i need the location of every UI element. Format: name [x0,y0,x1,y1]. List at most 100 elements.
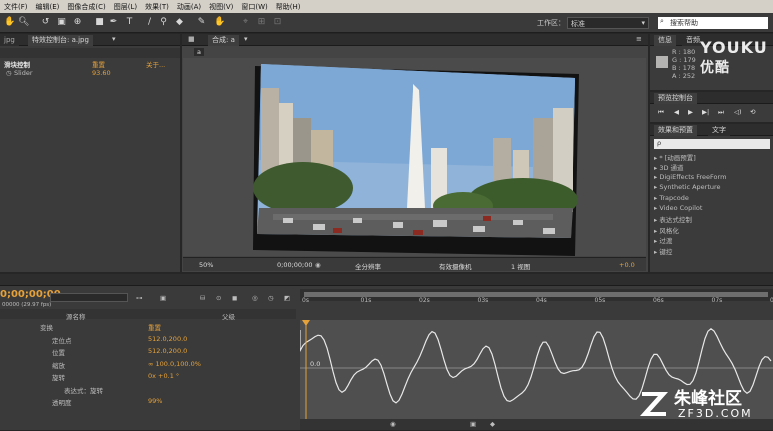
effect-row [0,48,180,58]
resolution-select[interactable]: 全分辨率 [355,261,381,271]
last-frame-icon[interactable]: ⏭ [718,108,724,117]
live-update-icon[interactable]: ▣ [160,294,166,302]
list-item[interactable]: ▸ 风格化 [654,225,770,235]
menu-edit[interactable]: 编辑(E) [32,2,64,12]
property-value[interactable]: 99% [148,397,162,405]
list-item[interactable]: ▸ 表达式控制 [654,214,770,224]
property-value[interactable]: 512.0,200.0 [148,347,187,355]
eye-icon[interactable]: ◉ [390,420,396,428]
property-row[interactable]: 变换 重置 [0,321,296,332]
snapshot-icon[interactable]: ◉ [315,261,321,269]
ruler-tick: 05s [594,297,606,304]
keyframe-icon[interactable]: ◆ [490,420,495,428]
clone-stamp-icon[interactable]: ⚲ [158,17,169,28]
text-icon[interactable]: T [124,17,135,28]
graph-editor-icon[interactable]: ◩ [284,294,290,302]
first-frame-icon[interactable]: ⏮ [658,108,664,117]
menu-layer[interactable]: 图层(L) [110,2,141,12]
next-frame-icon[interactable]: ▶| [702,108,709,116]
eraser-icon[interactable]: ◆ [174,17,185,28]
property-value[interactable]: 512.0,200.0 [148,335,187,343]
camera-select[interactable]: 有效摄像机 [439,261,472,271]
list-item[interactable]: ▸ 过渡 [654,235,770,245]
exposure-value[interactable]: +0.0 [619,261,635,269]
tab-preview[interactable]: 预览控制台 [654,93,697,104]
list-item[interactable]: ▸ DigiEffects FreeForm [654,173,770,183]
menu-file[interactable]: 文件(F) [0,2,32,12]
search-help-input[interactable]: ⌕ 搜索帮助 [658,17,768,29]
preview-panel: 预览控制台 ⏮ ◀ ▶ ▶| ⏭ ◁) ⟲ [650,92,773,122]
property-label: 定位点 [52,336,72,345]
menu-composition[interactable]: 图像合成(C) [63,2,109,12]
list-item[interactable]: ▸ 键控 [654,246,770,256]
comp-timecode[interactable]: 0;00;00;00 [277,261,313,269]
brush-icon[interactable]: / [144,17,155,28]
audio-icon[interactable]: ◁) [734,108,742,116]
zoom-select[interactable]: 50% [199,261,213,269]
tab-project-partial[interactable]: jpg [0,35,19,46]
roto-brush-icon[interactable]: ✎ [196,17,207,28]
time-ruler[interactable]: 0s01s02s03s04s05s06s07s08s [300,274,773,424]
preview-tabbar: 预览控制台 [650,92,773,104]
prev-frame-icon[interactable]: ◀ [674,108,679,116]
hide-shy-icon[interactable]: ⊙ [216,294,221,302]
comp-name-badge[interactable]: a [194,48,204,56]
list-item[interactable]: ▸ Video Copilot [654,204,770,214]
tab-effects-presets[interactable]: 效果和预置 [654,125,697,136]
fit-icon[interactable]: ▣ [470,420,476,428]
list-item[interactable]: ▸ 3D 通道 [654,162,770,172]
loop-icon[interactable]: ⟲ [750,108,755,116]
motion-blur-icon[interactable]: ◎ [252,294,258,302]
zoom-icon[interactable]: 🔍︎ [18,17,29,28]
menu-view[interactable]: 视图(V) [205,2,237,12]
comp-mini-flowchart-icon[interactable]: ⊶ [136,294,143,302]
timeline-search-input[interactable] [50,293,128,302]
views-select[interactable]: 1 视图 [511,261,530,271]
hand-icon[interactable]: ✋ [4,17,15,28]
workspace-select[interactable]: 标准 ▾ [567,17,649,29]
auto-keyframe-icon[interactable]: ◷ [268,294,274,302]
list-item[interactable]: ▸ Trapcode [654,194,770,204]
pen-icon[interactable]: ✒ [108,17,119,28]
property-row[interactable]: 位置 512.0,200.0 [0,346,296,357]
menu-animation[interactable]: 动画(A) [173,2,205,12]
rectangle-mask-icon[interactable]: ■ [94,17,105,28]
property-row[interactable]: 定位点 512.0,200.0 [0,334,296,345]
lock-icon[interactable]: ■ [188,35,195,43]
tab-composition[interactable]: 合成: a [208,35,239,46]
menu-effect[interactable]: 效果(T) [141,2,173,12]
ruler-tick: 07s [711,297,723,304]
property-row[interactable]: 旋转 0x +0.1 ° [0,371,296,382]
property-row[interactable]: 透明度 99% [0,396,296,407]
tab-info[interactable]: 信息 [654,35,676,46]
list-item[interactable]: ▸ * [动画预置] [654,152,770,162]
ruler-tick: 0s [302,297,309,304]
chevron-down-icon[interactable]: ▾ [244,35,248,43]
property-row[interactable]: 表达式：旋转 [0,384,296,395]
slider-value[interactable]: 93.60 [92,69,111,77]
stopwatch-icon[interactable]: ◷ [6,69,12,77]
list-item[interactable]: ▸ Synthetic Aperture [654,183,770,193]
property-value[interactable]: 重置 [148,322,161,332]
reset-link[interactable]: 重置 [92,59,105,69]
property-row[interactable]: 缩放 ∞ 100.0,100.0% [0,359,296,370]
about-link[interactable]: 关于... [146,59,165,69]
tab-text[interactable]: 文字 [708,125,730,136]
frame-blending-icon[interactable]: ◼ [232,294,237,302]
menu-window[interactable]: 窗口(W) [237,2,271,12]
draft-3d-icon[interactable]: ⛁ [200,294,205,302]
effects-search-input[interactable]: ρ [654,139,770,149]
pan-behind-icon[interactable]: ⊕ [72,17,83,28]
layer-header: 源名称 父级 [0,309,296,321]
composition-viewer[interactable] [183,58,646,256]
property-value[interactable]: 0x +0.1 ° [148,372,179,380]
tab-effect-controls[interactable]: 特效控制台: a.jpg [28,35,93,46]
play-icon[interactable]: ▶ [688,108,693,116]
panel-menu-icon[interactable]: ≡ [636,35,642,43]
menu-help[interactable]: 帮助(H) [272,2,305,12]
chevron-down-icon[interactable]: ▾ [112,35,116,43]
puppet-pin-icon[interactable]: ✋ [214,17,225,28]
camera-icon[interactable]: ▣ [56,17,67,28]
property-value[interactable]: ∞ 100.0,100.0% [148,360,201,368]
rotate-icon[interactable]: ↺ [40,17,51,28]
